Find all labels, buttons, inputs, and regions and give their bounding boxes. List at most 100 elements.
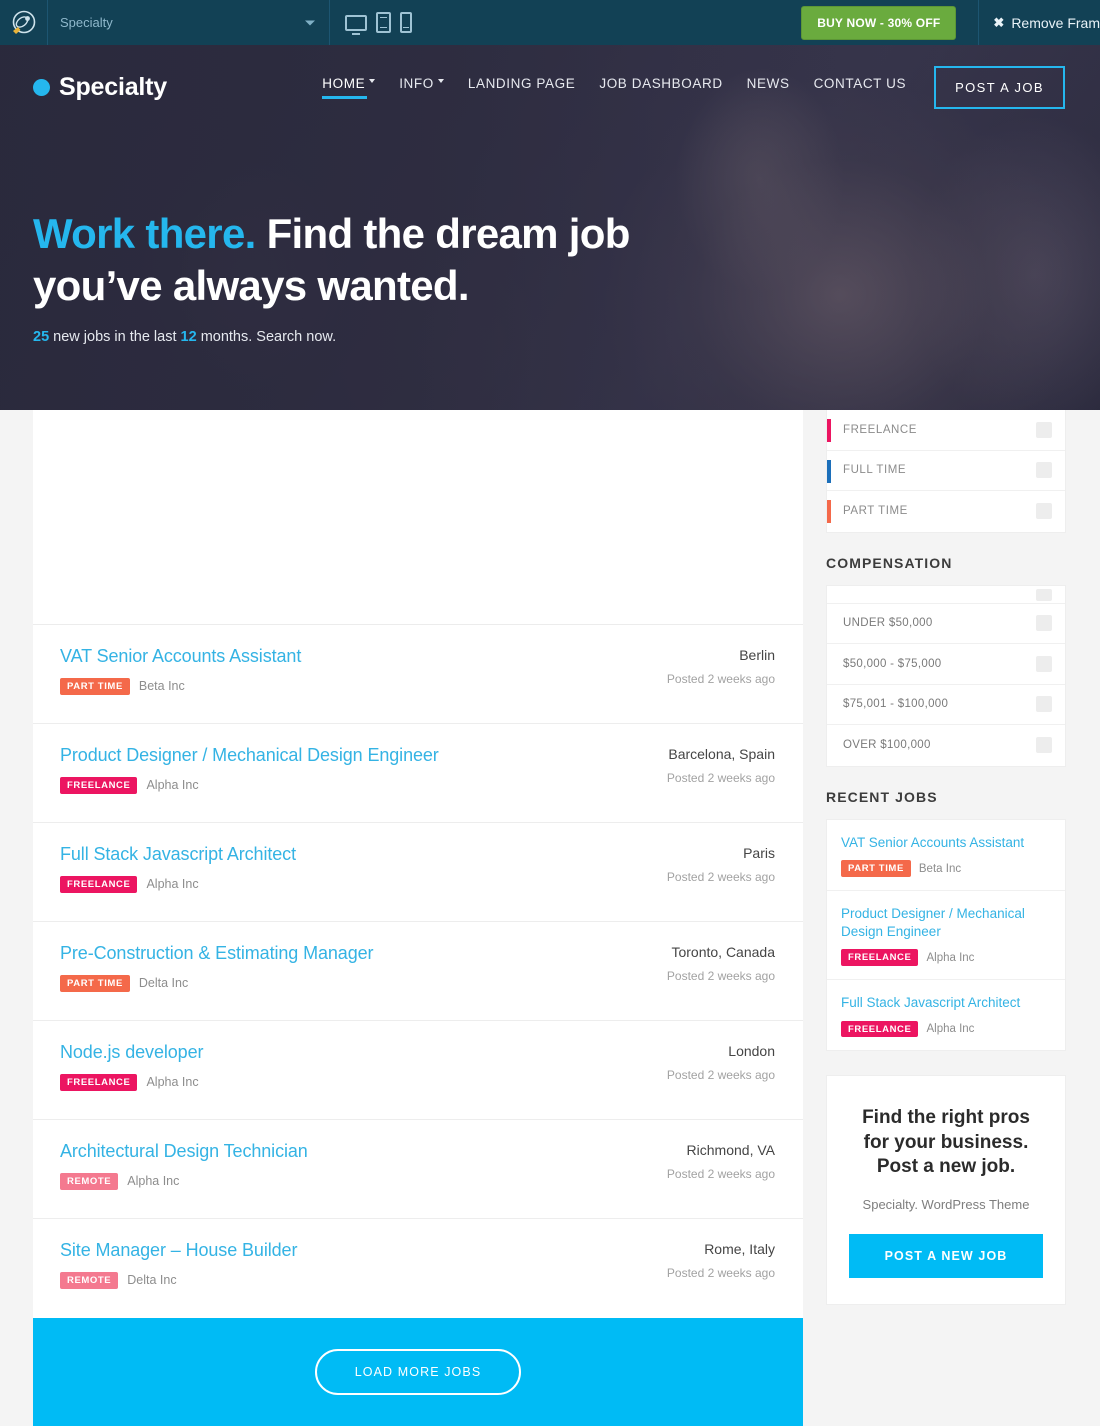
job-type-badge: FREELANCE — [841, 1020, 919, 1038]
job-company: Delta Inc — [138, 976, 189, 991]
job-info: VAT Senior Accounts Assistant PART TIME … — [60, 643, 301, 695]
filter-row-clipped[interactable] — [827, 586, 1065, 604]
job-company: Beta Inc — [918, 862, 962, 875]
job-type-badge: FREELANCE — [60, 777, 138, 794]
tablet-preview-icon[interactable] — [376, 12, 391, 33]
filter-checkbox[interactable] — [1036, 615, 1052, 632]
job-title-link[interactable]: Product Designer / Mechanical Design Eng… — [60, 745, 439, 766]
nav-item-info[interactable]: INFO — [399, 76, 444, 99]
load-more-jobs-button[interactable]: LOAD MORE JOBS — [314, 1349, 522, 1395]
job-meta: REMOTE Delta Inc — [60, 1272, 297, 1289]
filter-label: $50,000 - $75,000 — [843, 657, 942, 670]
job-title-link[interactable]: Architectural Design Technician — [60, 1141, 308, 1162]
filter-checkbox[interactable] — [1036, 696, 1052, 713]
job-location: London — [728, 1043, 775, 1059]
page-body: VAT Senior Accounts Assistant PART TIME … — [0, 410, 1100, 1426]
job-posted-date: Posted 2 weeks ago — [666, 1167, 775, 1181]
recent-job-title-link[interactable]: VAT Senior Accounts Assistant — [841, 834, 1051, 852]
job-type-badge: PART TIME — [60, 678, 130, 695]
post-a-new-job-button[interactable]: POST A NEW JOB — [849, 1234, 1043, 1279]
job-side-info: Toronto, Canada Posted 2 weeks ago — [667, 940, 775, 983]
job-meta: REMOTE Alpha Inc — [60, 1173, 308, 1190]
hero-title-accent: Work there. — [33, 210, 256, 257]
job-meta: FREELANCE Alpha Inc — [60, 1074, 203, 1091]
table-row[interactable]: Product Designer / Mechanical Design Eng… — [33, 724, 803, 823]
job-posted-date: Posted 2 weeks ago — [666, 1266, 775, 1280]
main-menu: HOME INFO LANDING PAGE JOB DASHBOARD NEW… — [322, 76, 906, 99]
remove-frame-button[interactable]: ✖ Remove Fram — [978, 0, 1100, 45]
filter-checkbox[interactable] — [1036, 588, 1052, 601]
site-navigation: Specialty HOME INFO LANDING PAGE JOB DAS… — [0, 61, 1100, 113]
filter-row-over-100k[interactable]: OVER $100,000 — [827, 725, 1065, 766]
job-title-link[interactable]: Pre-Construction & Estimating Manager — [60, 943, 374, 964]
table-row[interactable]: Site Manager – House Builder REMOTE Delt… — [33, 1219, 803, 1318]
filter-checkbox[interactable] — [1036, 737, 1052, 754]
compensation-filter-card: UNDER $50,000 $50,000 - $75,000 $75,001 … — [826, 584, 1066, 767]
search-results-panel — [33, 410, 803, 625]
site-logo[interactable]: Specialty — [33, 73, 167, 102]
filter-row-freelance[interactable]: FREELANCE — [827, 410, 1065, 451]
buy-now-button[interactable]: BUY NOW - 30% OFF — [801, 5, 957, 40]
table-row[interactable]: VAT Senior Accounts Assistant PART TIME … — [33, 625, 803, 724]
job-title-link[interactable]: Node.js developer — [60, 1042, 203, 1063]
theme-select[interactable]: Specialty — [48, 0, 330, 45]
filter-row-75k-100k[interactable]: $75,001 - $100,000 — [827, 685, 1065, 725]
table-row[interactable]: Architectural Design Technician REMOTE A… — [33, 1120, 803, 1219]
compensation-heading: COMPENSATION — [826, 554, 953, 571]
job-info: Architectural Design Technician REMOTE A… — [60, 1138, 308, 1190]
job-type-badge: FREELANCE — [60, 1074, 138, 1091]
nav-item-news[interactable]: NEWS — [747, 76, 790, 99]
filter-label: OVER $100,000 — [843, 739, 931, 752]
theme-preview-bar: Specialty BUY NOW - 30% OFF ✖ Remove Fra… — [0, 0, 1100, 45]
job-title-link[interactable]: VAT Senior Accounts Assistant — [60, 646, 301, 667]
themeforest-logo-icon[interactable] — [0, 0, 48, 45]
filter-label: UNDER $50,000 — [843, 617, 933, 630]
job-title-link[interactable]: Full Stack Javascript Architect — [60, 844, 296, 865]
list-item[interactable]: VAT Senior Accounts Assistant PART TIME … — [827, 820, 1065, 891]
job-location: Berlin — [739, 647, 775, 663]
phone-preview-icon[interactable] — [400, 12, 412, 33]
nav-item-job-dashboard[interactable]: JOB DASHBOARD — [599, 76, 722, 99]
job-title-link[interactable]: Site Manager – House Builder — [60, 1240, 297, 1261]
hero-subtitle: 25 new jobs in the last 12 months. Searc… — [33, 329, 630, 345]
desktop-preview-icon[interactable] — [345, 14, 367, 31]
filter-row-full-time[interactable]: FULL TIME — [827, 451, 1065, 491]
recent-job-title-link[interactable]: Full Stack Javascript Architect — [841, 994, 1051, 1012]
filter-row-under-50k[interactable]: UNDER $50,000 — [827, 604, 1065, 644]
nav-label-info: INFO — [399, 75, 434, 91]
job-type-badge: PART TIME — [60, 975, 130, 992]
filter-checkbox[interactable] — [1036, 503, 1052, 520]
recent-job-title-link[interactable]: Product Designer / Mechanical Design Eng… — [841, 905, 1051, 941]
list-item[interactable]: Full Stack Javascript Architect FREELANC… — [827, 980, 1065, 1050]
nav-item-landing-page[interactable]: LANDING PAGE — [468, 76, 575, 99]
job-company: Alpha Inc — [146, 877, 199, 892]
job-type-badge: FREELANCE — [60, 876, 138, 893]
hero-copy: Work there. Find the dream job you’ve al… — [33, 210, 630, 346]
filter-checkbox[interactable] — [1036, 462, 1052, 479]
chevron-down-icon — [305, 20, 315, 25]
table-row[interactable]: Full Stack Javascript Architect FREELANC… — [33, 823, 803, 922]
job-info: Site Manager – House Builder REMOTE Delt… — [60, 1237, 297, 1289]
close-icon: ✖ — [993, 14, 1005, 30]
filter-checkbox[interactable] — [1036, 421, 1052, 438]
chevron-down-icon — [369, 78, 376, 83]
nav-label-home: HOME — [322, 75, 366, 91]
list-item[interactable]: Product Designer / Mechanical Design Eng… — [827, 891, 1065, 980]
job-results-column: VAT Senior Accounts Assistant PART TIME … — [33, 410, 803, 1426]
table-row[interactable]: Node.js developer FREELANCE Alpha Inc Lo… — [33, 1021, 803, 1120]
logo-dot-icon — [33, 78, 50, 96]
filter-label: $75,001 - $100,000 — [843, 698, 949, 711]
job-info: Pre-Construction & Estimating Manager PA… — [60, 940, 374, 992]
filter-row-part-time[interactable]: PART TIME — [827, 491, 1065, 532]
remove-frame-label: Remove Fram — [1011, 14, 1100, 31]
post-a-job-button[interactable]: POST A JOB — [934, 65, 1065, 109]
filter-label: FREELANCE — [843, 423, 917, 436]
nav-item-home[interactable]: HOME — [322, 75, 376, 99]
filter-checkbox[interactable] — [1036, 655, 1052, 672]
brand-name: Specialty — [59, 72, 167, 101]
table-row[interactable]: Pre-Construction & Estimating Manager PA… — [33, 922, 803, 1021]
filter-label: FULL TIME — [843, 464, 907, 477]
filter-row-50k-75k[interactable]: $50,000 - $75,000 — [827, 644, 1065, 685]
promo-card: Find the right pros for your business. P… — [826, 1075, 1066, 1306]
nav-item-contact-us[interactable]: CONTACT US — [814, 76, 907, 99]
